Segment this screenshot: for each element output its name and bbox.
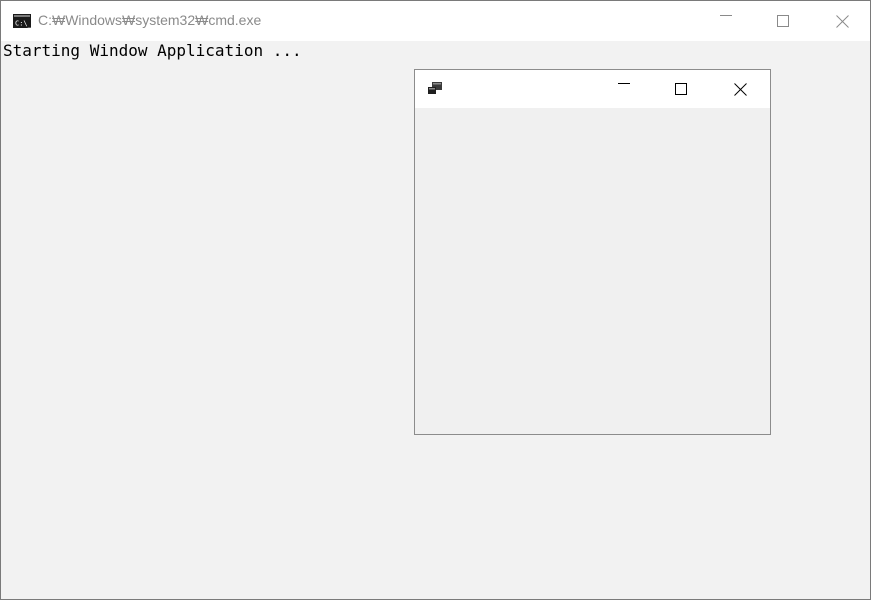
maximize-icon	[777, 15, 789, 27]
console-maximize-button[interactable]	[754, 1, 812, 41]
console-output[interactable]: Starting Window Application ...	[3, 41, 302, 61]
cmd-icon: C:\_	[13, 13, 33, 28]
child-close-button[interactable]	[711, 70, 769, 108]
console-title: C:₩Windows₩system32₩cmd.exe	[38, 12, 262, 28]
svg-text:C:\_: C:\_	[15, 20, 31, 28]
maximize-icon	[675, 83, 687, 95]
child-titlebar[interactable]	[415, 70, 770, 108]
child-window[interactable]	[414, 69, 771, 435]
minimize-icon	[720, 15, 732, 16]
child-maximize-button[interactable]	[652, 70, 710, 108]
console-titlebar[interactable]: C:\_ C:₩Windows₩system32₩cmd.exe	[1, 1, 870, 41]
close-icon	[733, 82, 747, 96]
close-icon	[835, 14, 849, 28]
console-close-button[interactable]	[813, 1, 871, 41]
minimize-icon	[618, 83, 630, 84]
console-minimize-button[interactable]	[697, 1, 755, 41]
child-minimize-button[interactable]	[595, 70, 653, 108]
app-window-icon	[427, 81, 443, 97]
child-client-area[interactable]	[415, 108, 770, 434]
